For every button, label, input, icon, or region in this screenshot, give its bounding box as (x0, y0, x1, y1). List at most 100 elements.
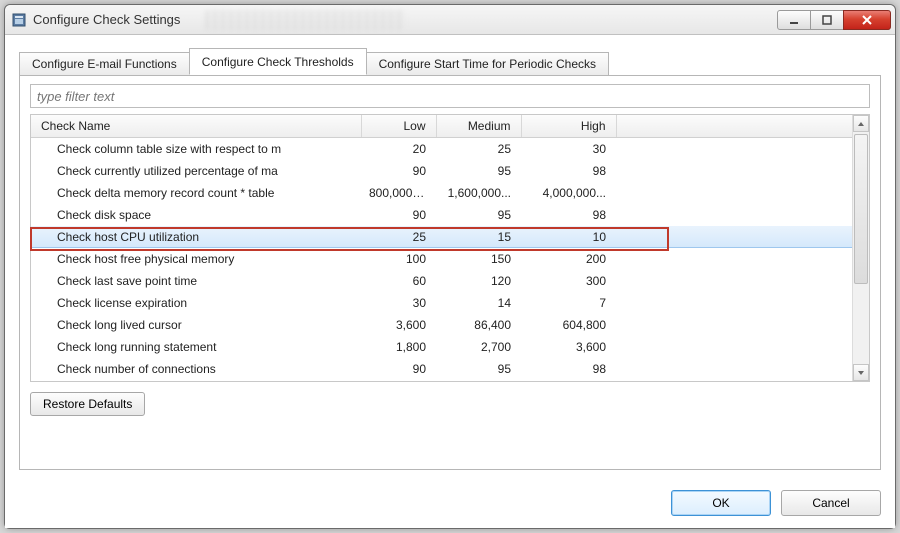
restore-defaults-button[interactable]: Restore Defaults (30, 392, 145, 416)
cell-name[interactable]: Check host CPU utilization (31, 226, 361, 248)
cell-high[interactable]: 98 (521, 204, 616, 226)
tab-check-thresholds[interactable]: Configure Check Thresholds (189, 48, 367, 75)
cell-low[interactable]: 3,600 (361, 314, 436, 336)
dialog-window: Configure Check Settings Configure E-mai… (4, 4, 896, 529)
col-header-medium[interactable]: Medium (436, 115, 521, 138)
scroll-thumb[interactable] (854, 134, 868, 284)
cell-low[interactable]: 60 (361, 270, 436, 292)
table-row[interactable]: Check license expiration30147 (31, 292, 852, 314)
table-scroll: Check Name Low Medium High Check column … (31, 115, 852, 381)
cell-medium[interactable]: 95 (436, 204, 521, 226)
cell-high[interactable]: 7 (521, 292, 616, 314)
table-header-row: Check Name Low Medium High (31, 115, 852, 138)
cell-medium[interactable]: 95 (436, 160, 521, 182)
cell-high[interactable]: 300 (521, 270, 616, 292)
cell-spacer (616, 204, 852, 226)
cell-high[interactable]: 98 (521, 358, 616, 380)
window-title: Configure Check Settings (33, 12, 778, 27)
scroll-track[interactable] (853, 132, 869, 364)
cell-spacer (616, 226, 852, 248)
cell-name[interactable]: Check number of connections (31, 358, 361, 380)
cell-spacer (616, 160, 852, 182)
tab-panel: Check Name Low Medium High Check column … (19, 75, 881, 470)
cell-name[interactable]: Check currently utilized percentage of m… (31, 160, 361, 182)
cell-spacer (616, 182, 852, 204)
cell-spacer (616, 314, 852, 336)
minimize-button[interactable] (777, 10, 811, 30)
cell-name[interactable]: Check delta memory record count * table (31, 182, 361, 204)
table-row[interactable]: Check delta memory record count * table8… (31, 182, 852, 204)
cell-spacer (616, 248, 852, 270)
thresholds-table: Check Name Low Medium High Check column … (31, 115, 852, 380)
cell-high[interactable]: 10 (521, 226, 616, 248)
cell-high[interactable]: 98 (521, 160, 616, 182)
cell-low[interactable]: 100 (361, 248, 436, 270)
cell-name[interactable]: Check license expiration (31, 292, 361, 314)
maximize-button[interactable] (810, 10, 844, 30)
cell-high[interactable]: 30 (521, 138, 616, 160)
scroll-up-button[interactable] (853, 115, 869, 132)
cell-medium[interactable]: 14 (436, 292, 521, 314)
cell-high[interactable]: 3,600 (521, 336, 616, 358)
cell-low[interactable]: 30 (361, 292, 436, 314)
table-row[interactable]: Check disk space909598 (31, 204, 852, 226)
ok-button[interactable]: OK (671, 490, 771, 516)
cancel-button[interactable]: Cancel (781, 490, 881, 516)
cell-low[interactable]: 90 (361, 358, 436, 380)
cell-low[interactable]: 90 (361, 160, 436, 182)
cell-name[interactable]: Check disk space (31, 204, 361, 226)
dialog-footer: OK Cancel (19, 470, 881, 516)
cell-low[interactable]: 800,000,0... (361, 182, 436, 204)
cell-low[interactable]: 20 (361, 138, 436, 160)
cell-spacer (616, 358, 852, 380)
table-row[interactable]: Check last save point time60120300 (31, 270, 852, 292)
table-row[interactable]: Check number of connections909598 (31, 358, 852, 380)
cell-high[interactable]: 200 (521, 248, 616, 270)
cell-name[interactable]: Check long lived cursor (31, 314, 361, 336)
cell-medium[interactable]: 150 (436, 248, 521, 270)
cell-low[interactable]: 1,800 (361, 336, 436, 358)
close-button[interactable] (843, 10, 891, 30)
cell-spacer (616, 138, 852, 160)
thresholds-table-container: Check Name Low Medium High Check column … (30, 114, 870, 382)
client-area: Configure E-mail Functions Configure Che… (5, 35, 895, 528)
cell-name[interactable]: Check host free physical memory (31, 248, 361, 270)
cell-medium[interactable]: 95 (436, 358, 521, 380)
table-body: Check column table size with respect to … (31, 138, 852, 380)
cell-name[interactable]: Check long running statement (31, 336, 361, 358)
col-header-low[interactable]: Low (361, 115, 436, 138)
col-header-high[interactable]: High (521, 115, 616, 138)
cell-medium[interactable]: 25 (436, 138, 521, 160)
cell-name[interactable]: Check last save point time (31, 270, 361, 292)
cell-spacer (616, 292, 852, 314)
scroll-down-button[interactable] (853, 364, 869, 381)
col-header-name[interactable]: Check Name (31, 115, 361, 138)
tab-strip: Configure E-mail Functions Configure Che… (19, 49, 881, 75)
table-row[interactable]: Check host CPU utilization251510 (31, 226, 852, 248)
tab-email-functions[interactable]: Configure E-mail Functions (19, 52, 190, 76)
table-row[interactable]: Check host free physical memory100150200 (31, 248, 852, 270)
filter-input[interactable] (30, 84, 870, 108)
table-row[interactable]: Check currently utilized percentage of m… (31, 160, 852, 182)
cell-name[interactable]: Check column table size with respect to … (31, 138, 361, 160)
cell-medium[interactable]: 86,400 (436, 314, 521, 336)
titlebar[interactable]: Configure Check Settings (5, 5, 895, 35)
cell-high[interactable]: 4,000,000... (521, 182, 616, 204)
table-actions: Restore Defaults (30, 392, 870, 416)
table-row[interactable]: Check column table size with respect to … (31, 138, 852, 160)
cell-medium[interactable]: 120 (436, 270, 521, 292)
obscured-title-area (205, 10, 405, 30)
col-header-spacer (616, 115, 852, 138)
table-row[interactable]: Check long running statement1,8002,7003,… (31, 336, 852, 358)
cell-low[interactable]: 25 (361, 226, 436, 248)
cell-low[interactable]: 90 (361, 204, 436, 226)
cell-spacer (616, 336, 852, 358)
tab-start-time[interactable]: Configure Start Time for Periodic Checks (366, 52, 609, 76)
cell-medium[interactable]: 15 (436, 226, 521, 248)
cell-medium[interactable]: 2,700 (436, 336, 521, 358)
cell-medium[interactable]: 1,600,000... (436, 182, 521, 204)
vertical-scrollbar[interactable] (852, 115, 869, 381)
cell-high[interactable]: 604,800 (521, 314, 616, 336)
table-row[interactable]: Check long lived cursor3,60086,400604,80… (31, 314, 852, 336)
window-controls (778, 10, 891, 30)
